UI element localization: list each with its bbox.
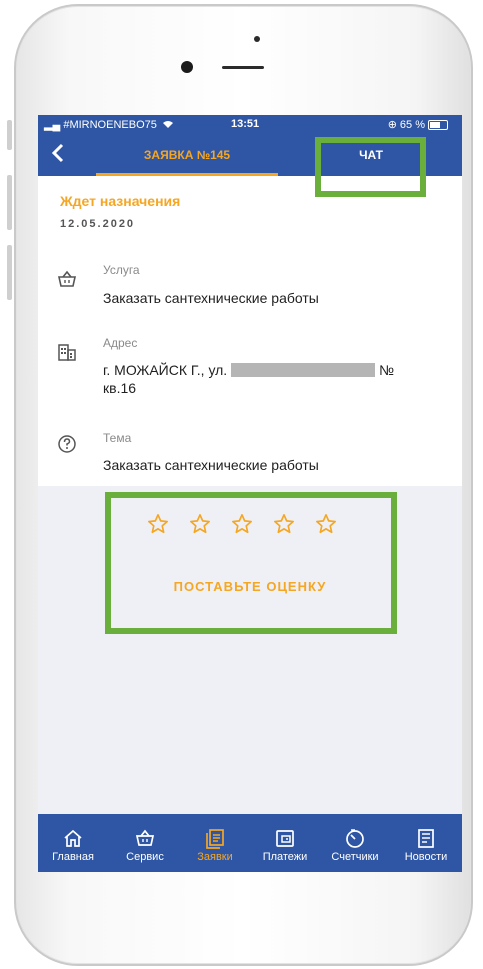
battery-icon [428,119,448,130]
requests-icon [206,829,224,849]
address-value: г. МОЖАЙСК Г., ул. № кв.16 [103,362,395,396]
rating-highlight [105,492,397,634]
chevron-left-icon[interactable] [51,142,65,168]
wifi-icon [162,121,173,128]
signal-icon: ▂▄ [44,119,61,131]
service-value: Заказать сантехнические работы [103,290,319,306]
basket-icon [58,270,76,287]
topic-label: Тема [103,431,132,445]
tab-news[interactable]: Новости [390,814,462,872]
tab-label: Счетчики [331,851,379,863]
redacted-street [231,363,376,377]
service-label: Услуга [103,263,140,277]
tab-requests[interactable]: Заявки [180,814,250,872]
chat-tab-highlight [315,137,426,197]
tab-wallet[interactable]: Платежи [250,814,320,872]
status-bar: ▂▄ #MIRNOENEBO75 13:51 ⊕ 65 % [38,115,462,134]
tab-label: Новости [404,851,448,863]
active-tab-indicator [96,173,278,176]
front-camera [181,61,193,73]
mute-switch [7,120,12,150]
earpiece-speaker [222,66,264,69]
tab-basket[interactable]: Сервис [110,814,180,872]
battery-indicator: ⊕ 65 % [388,118,448,131]
battery-percent: 65 % [399,118,425,131]
meter-icon [346,829,364,848]
clock: 13:51 [231,118,260,130]
app-screen: ▂▄ #MIRNOENEBO75 13:51 ⊕ 65 % ЗАЯВКА №14… [38,115,462,872]
topic-value: Заказать сантехнические работы [103,457,319,473]
question-icon [58,435,76,453]
proximity-sensor [254,36,260,42]
tab-request[interactable]: ЗАЯВКА №145 [96,134,278,176]
wallet-icon [276,830,294,847]
home-icon [64,829,82,847]
volume-up-button [7,175,12,230]
carrier-label: ▂▄ #MIRNOENEBO75 [44,118,173,131]
bottom-tab-bar: Главная Сервис Заявки Платежи Счетчики Новост… [38,814,462,872]
news-icon [418,829,434,848]
tab-label: Главная [52,851,94,863]
volume-down-button [7,245,12,300]
tab-home[interactable]: Главная [38,814,108,872]
request-status: Ждет назначения [60,193,181,209]
address-label: Адрес [103,336,138,350]
tab-label: Сервис [126,851,164,863]
alarm-icon: ⊕ [387,119,397,131]
request-date: 12.05.2020 [60,218,136,230]
building-icon [58,344,76,361]
tab-meter[interactable]: Счетчики [320,814,390,872]
basket-icon [135,829,155,846]
tab-label: Платежи [262,851,308,863]
tab-label: Заявки [197,851,233,863]
